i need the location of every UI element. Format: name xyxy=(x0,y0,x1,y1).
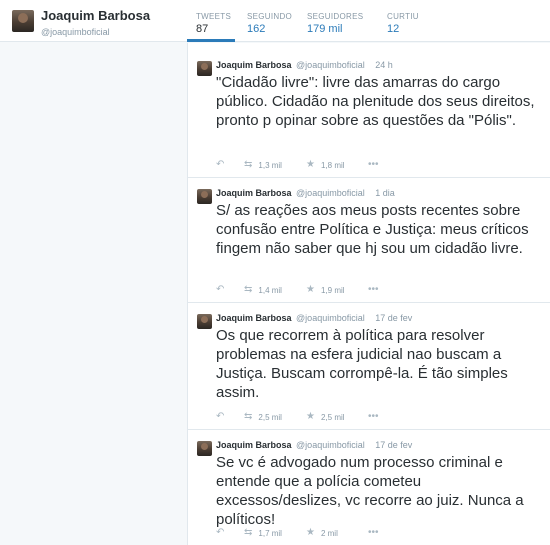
tweet-text: Os que recorrem à política para resolver… xyxy=(216,327,508,401)
stat-following[interactable]: SEGUINDO 162 xyxy=(245,0,307,42)
tweet-timeline: Joaquim Barbosa @joaquimboficial 24 h "C… xyxy=(187,43,550,545)
tweet-item[interactable]: Joaquim Barbosa @joaquimboficial 24 h "C… xyxy=(188,51,550,178)
more-icon: ••• xyxy=(368,527,379,538)
stat-likes[interactable]: CURTIU 12 xyxy=(387,0,427,42)
tweet-text: S/ as reações aos meus posts recentes so… xyxy=(216,202,529,257)
retweet-icon: ⇆ xyxy=(244,527,253,538)
tweet-author-name[interactable]: Joaquim Barbosa xyxy=(216,313,292,323)
tweet-timestamp[interactable]: 1 dia xyxy=(375,188,395,198)
tweet-header: Joaquim Barbosa @joaquimboficial 17 de f… xyxy=(216,440,412,451)
stat-tweets-value: 87 xyxy=(196,23,209,35)
tweet-avatar[interactable] xyxy=(197,314,212,329)
tweet-actions: ↶ ⇆ 1,3 mil ★ 1,8 mil ••• xyxy=(216,160,388,170)
more-icon: ••• xyxy=(368,284,379,295)
favorite-button[interactable]: ★ 2 mil xyxy=(306,528,368,538)
reply-icon: ↶ xyxy=(216,527,225,538)
more-button[interactable]: ••• xyxy=(368,528,388,538)
tweet-item[interactable]: Joaquim Barbosa @joaquimboficial 1 dia S… xyxy=(188,179,550,303)
tweet-author-name[interactable]: Joaquim Barbosa xyxy=(216,188,292,198)
stat-followers-label: SEGUIDORES xyxy=(307,12,364,21)
reply-button[interactable]: ↶ xyxy=(216,412,244,422)
reply-icon: ↶ xyxy=(216,284,225,295)
star-icon: ★ xyxy=(306,284,315,295)
tweet-timestamp[interactable]: 17 de fev xyxy=(375,313,412,323)
reply-icon: ↶ xyxy=(216,411,225,422)
reply-button[interactable]: ↶ xyxy=(216,160,244,170)
tweet-author-name[interactable]: Joaquim Barbosa xyxy=(216,60,292,70)
more-button[interactable]: ••• xyxy=(368,160,388,170)
stat-likes-label: CURTIU xyxy=(387,12,419,21)
reply-button[interactable]: ↶ xyxy=(216,285,244,295)
tweet-actions: ↶ ⇆ 2,5 mil ★ 2,5 mil ••• xyxy=(216,412,388,422)
star-icon: ★ xyxy=(306,159,315,170)
reply-icon: ↶ xyxy=(216,159,225,170)
stat-likes-value: 12 xyxy=(387,23,400,35)
tweet-header: Joaquim Barbosa @joaquimboficial 24 h xyxy=(216,60,393,71)
retweet-count: 1,7 mil xyxy=(258,528,282,538)
more-button[interactable]: ••• xyxy=(368,412,388,422)
retweet-icon: ⇆ xyxy=(244,411,253,422)
tweet-item[interactable]: Joaquim Barbosa @joaquimboficial 17 de f… xyxy=(188,304,550,430)
profile-avatar[interactable] xyxy=(12,10,34,32)
stat-followers[interactable]: SEGUIDORES 179 mil xyxy=(307,0,387,42)
tweet-author-handle: @joaquimboficial xyxy=(296,60,365,70)
retweet-count: 1,4 mil xyxy=(258,285,282,295)
profile-handle: @joaquimboficial xyxy=(41,27,110,37)
retweet-button[interactable]: ⇆ 1,7 mil xyxy=(244,528,306,538)
favorite-count: 1,8 mil xyxy=(320,160,345,170)
tweet-header: Joaquim Barbosa @joaquimboficial 17 de f… xyxy=(216,313,412,324)
favorite-count: 1,9 mil xyxy=(320,285,345,295)
favorite-button[interactable]: ★ 2,5 mil xyxy=(306,412,368,422)
favorite-button[interactable]: ★ 1,8 mil xyxy=(306,160,368,170)
tweet-author-handle: @joaquimboficial xyxy=(296,188,365,198)
tweet-avatar[interactable] xyxy=(197,441,212,456)
tweet-avatar[interactable] xyxy=(197,61,212,76)
stat-tweets-label: TWEETS xyxy=(196,12,232,21)
profile-summary[interactable]: Joaquim Barbosa @joaquimboficial xyxy=(12,9,150,38)
profile-name[interactable]: Joaquim Barbosa xyxy=(41,9,150,23)
retweet-button[interactable]: ⇆ 1,3 mil xyxy=(244,160,306,170)
retweet-button[interactable]: ⇆ 1,4 mil xyxy=(244,285,306,295)
stat-followers-value: 179 mil xyxy=(307,23,343,35)
stat-following-label: SEGUINDO xyxy=(247,12,293,21)
tweet-header: Joaquim Barbosa @joaquimboficial 1 dia xyxy=(216,188,395,199)
retweet-count: 1,3 mil xyxy=(258,160,282,170)
tweet-text: Se vc é advogado num processo criminal e… xyxy=(216,454,524,528)
profile-header: Joaquim Barbosa @joaquimboficial TWEETS … xyxy=(0,0,550,42)
tweet-author-name[interactable]: Joaquim Barbosa xyxy=(216,440,292,450)
stat-following-value: 162 xyxy=(247,23,266,35)
favorite-count: 2,5 mil xyxy=(320,412,345,422)
tweet-text: "Cidadão livre": livre das amarras do ca… xyxy=(216,74,535,129)
favorite-count: 2 mil xyxy=(320,528,338,538)
star-icon: ★ xyxy=(306,411,315,422)
tweet-timestamp[interactable]: 24 h xyxy=(375,60,393,70)
retweet-icon: ⇆ xyxy=(244,284,253,295)
reply-button[interactable]: ↶ xyxy=(216,528,244,538)
more-icon: ••• xyxy=(368,411,379,422)
star-icon: ★ xyxy=(306,527,315,538)
favorite-button[interactable]: ★ 1,9 mil xyxy=(306,285,368,295)
stat-tweets[interactable]: TWEETS 87 xyxy=(187,0,235,42)
retweet-count: 2,5 mil xyxy=(258,412,282,422)
retweet-icon: ⇆ xyxy=(244,159,253,170)
profile-stats-nav: TWEETS 87 SEGUINDO 162 SEGUIDORES 179 mi… xyxy=(187,0,427,42)
tweet-author-handle: @joaquimboficial xyxy=(296,440,365,450)
tweet-actions: ↶ ⇆ 1,4 mil ★ 1,9 mil ••• xyxy=(216,285,388,295)
tweet-author-handle: @joaquimboficial xyxy=(296,313,365,323)
more-button[interactable]: ••• xyxy=(368,285,388,295)
tweet-timestamp[interactable]: 17 de fev xyxy=(375,440,412,450)
retweet-button[interactable]: ⇆ 2,5 mil xyxy=(244,412,306,422)
tweet-actions: ↶ ⇆ 1,7 mil ★ 2 mil ••• xyxy=(216,528,388,538)
tweet-item[interactable]: Joaquim Barbosa @joaquimboficial 17 de f… xyxy=(188,431,550,545)
tweet-avatar[interactable] xyxy=(197,189,212,204)
more-icon: ••• xyxy=(368,159,379,170)
